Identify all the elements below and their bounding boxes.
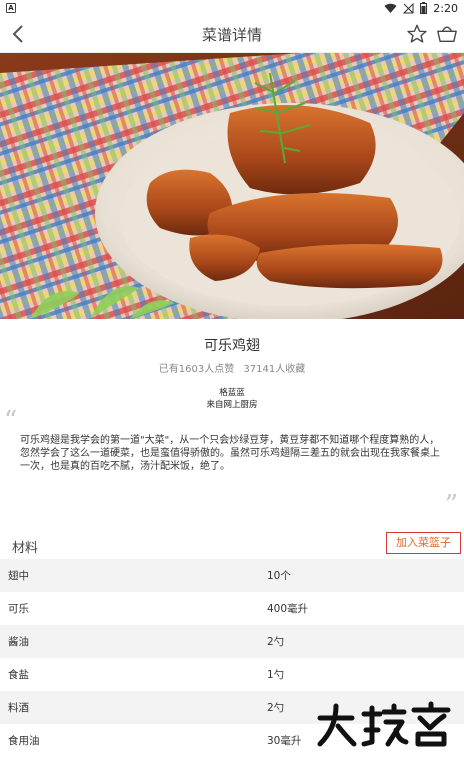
ingredient-name: 可乐 bbox=[8, 603, 29, 615]
author-source: 来自网上厨房 bbox=[206, 400, 258, 410]
battery-icon bbox=[420, 2, 428, 14]
close-quote-icon: ” bbox=[444, 490, 458, 520]
ingredient-name: 料酒 bbox=[8, 702, 29, 714]
recipe-title: 可乐鸡翅 bbox=[204, 338, 260, 354]
app-notification-icon: A bbox=[6, 3, 16, 13]
add-to-basket-button[interactable]: 加入菜篮子 bbox=[386, 532, 461, 554]
ingredient-name: 翅中 bbox=[8, 570, 29, 582]
ingredient-qty: 1勺 bbox=[267, 669, 285, 681]
ingredient-row: 翅中 10个 bbox=[0, 559, 464, 592]
watermark-logo bbox=[317, 701, 451, 747]
materials-header: 材料 加入菜篮子 bbox=[0, 530, 464, 560]
open-quote-icon: “ bbox=[4, 406, 18, 436]
wifi-icon bbox=[384, 3, 397, 13]
back-button[interactable] bbox=[6, 22, 30, 46]
author-info[interactable]: 格蓝蓝 来自网上厨房 bbox=[0, 387, 464, 411]
ingredient-name: 食用油 bbox=[8, 735, 40, 747]
star-icon bbox=[407, 24, 427, 43]
author-name: 格蓝蓝 bbox=[219, 388, 245, 398]
basket-button[interactable] bbox=[436, 23, 458, 45]
ingredient-row: 酱油 2勺 bbox=[0, 625, 464, 658]
recipe-description: 可乐鸡翅是我学会的第一道"大菜"，从一个只会炒绿豆芽，黄豆芽都不知道哪个程度算熟… bbox=[20, 435, 440, 472]
ingredient-qty: 10个 bbox=[267, 570, 291, 582]
ingredient-row: 食盐 1勺 bbox=[0, 658, 464, 691]
page-title: 菜谱详情 bbox=[201, 25, 262, 44]
ingredient-name: 酱油 bbox=[8, 636, 29, 648]
like-count: 已有1603人点赞 bbox=[158, 364, 235, 375]
ingredient-qty: 2勺 bbox=[267, 636, 285, 648]
status-time: 2:20 bbox=[433, 1, 458, 15]
no-signal-icon bbox=[403, 2, 414, 13]
top-nav-bar: 菜谱详情 bbox=[0, 16, 464, 53]
favorite-count: 37141人收藏 bbox=[243, 364, 306, 375]
ingredient-row: 可乐 400毫升 bbox=[0, 592, 464, 625]
recipe-hero-image bbox=[0, 53, 464, 319]
favorite-button[interactable] bbox=[406, 23, 428, 45]
recipe-stats: 已有1603人点赞 37141人收藏 bbox=[0, 360, 464, 375]
basket-icon bbox=[437, 26, 457, 43]
ingredient-qty: 400毫升 bbox=[267, 603, 309, 615]
chevron-left-icon bbox=[12, 25, 23, 43]
ingredient-name: 食盐 bbox=[8, 669, 29, 681]
materials-title: 材料 bbox=[12, 541, 39, 556]
status-bar: A 2:20 bbox=[0, 0, 464, 16]
